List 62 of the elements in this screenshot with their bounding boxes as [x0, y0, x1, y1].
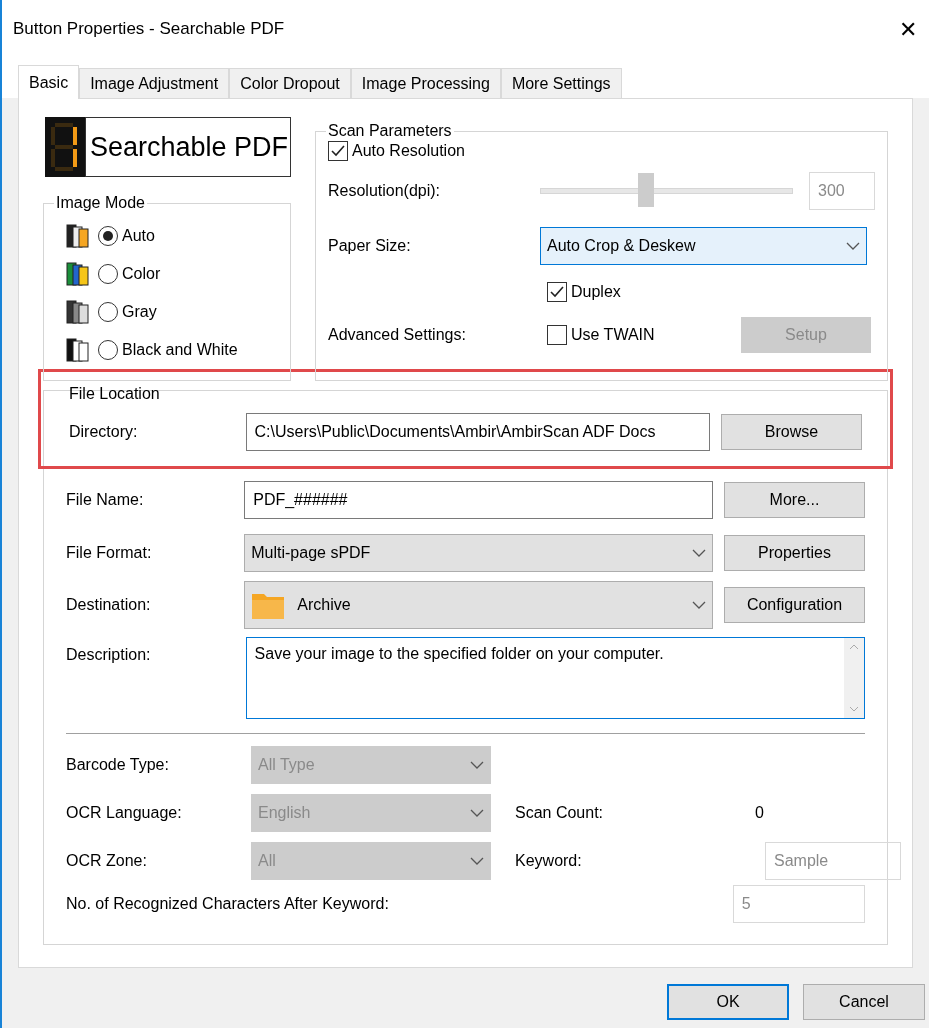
dialog-button[interactable]: Cancel: [803, 984, 925, 1020]
radio-label: Color: [122, 264, 161, 284]
radio-label: Auto: [122, 226, 155, 246]
field-label: Description:: [66, 645, 152, 665]
field-label: File Format:: [66, 543, 153, 563]
field-label: Barcode Type:: [66, 755, 170, 775]
radio-button[interactable]: [98, 340, 118, 360]
button-name-field[interactable]: Searchable PDF: [85, 117, 291, 177]
destination-dropdown[interactable]: Archive: [244, 581, 713, 629]
field-label: OCR Language:: [66, 803, 183, 823]
field-label: Paper Size:: [328, 236, 412, 256]
dialog-button[interactable]: OK: [667, 984, 789, 1020]
browse-button[interactable]: Browse: [721, 414, 862, 450]
field-label: Directory:: [69, 422, 139, 442]
file-format-dropdown[interactable]: Multi-page sPDF: [244, 534, 713, 572]
checkbox[interactable]: [328, 141, 348, 161]
chevron-down-icon: [692, 549, 706, 557]
document-mode-icon: [66, 261, 90, 287]
radio-button[interactable]: [98, 264, 118, 284]
tab[interactable]: Image Adjustment: [79, 68, 230, 98]
tab[interactable]: More Settings: [500, 68, 622, 98]
field-label: OCR Zone:: [66, 851, 148, 871]
close-button[interactable]: ✕: [893, 12, 923, 46]
field-label: Keyword:: [515, 851, 583, 871]
chevron-down-icon: [846, 242, 860, 250]
properties-button[interactable]: Properties: [724, 535, 865, 571]
chevron-down-icon: [470, 857, 484, 865]
checkbox-label: Auto Resolution: [352, 141, 465, 161]
tab[interactable]: Basic: [18, 65, 80, 99]
scan-count-value: 0: [755, 803, 764, 823]
document-mode-icon: [66, 223, 90, 249]
window-title: Button Properties - Searchable PDF: [13, 18, 285, 41]
field-label: File Name:: [66, 490, 145, 510]
group-title: Image Mode: [54, 193, 147, 213]
radio-label: Black and White: [122, 340, 238, 360]
group-title: File Location: [69, 384, 160, 404]
field-label: Advanced Settings:: [328, 325, 467, 345]
configuration-button[interactable]: Configuration: [724, 587, 865, 623]
document-mode-icon: [66, 337, 90, 363]
checkbox-label: Use TWAIN: [571, 325, 655, 345]
field-label: Resolution(dpi):: [328, 181, 442, 201]
radio-button[interactable]: [98, 226, 118, 246]
chevron-down-icon: [692, 601, 706, 609]
field-label: Scan Count:: [515, 803, 605, 823]
checkbox[interactable]: [547, 325, 567, 345]
seven-segment-icon: [45, 117, 85, 177]
radio-label: Gray: [122, 302, 157, 322]
directory-field[interactable]: C:\Users\Public\Documents\Ambir\AmbirScan ADF Docs: [245, 413, 710, 451]
checkbox[interactable]: [547, 282, 567, 302]
paper-size-dropdown[interactable]: Auto Crop & Deskew: [540, 227, 867, 265]
chevron-down-icon: [470, 809, 484, 817]
checkbox-label: Duplex: [571, 282, 621, 302]
description-field[interactable]: Save your image to the specified folder on your computer.: [245, 637, 865, 719]
file-name-field[interactable]: PDF_######: [244, 481, 713, 519]
document-mode-icon: [66, 299, 90, 325]
chevron-down-icon: [470, 761, 484, 769]
tab[interactable]: Image Processing: [350, 68, 501, 98]
radio-button[interactable]: [98, 302, 118, 322]
field-label: Destination:: [66, 595, 152, 615]
tab[interactable]: Color Dropout: [229, 68, 351, 98]
field-label: No. of Recognized Characters After Keyword:: [66, 894, 390, 914]
more-button[interactable]: More...: [724, 482, 865, 518]
